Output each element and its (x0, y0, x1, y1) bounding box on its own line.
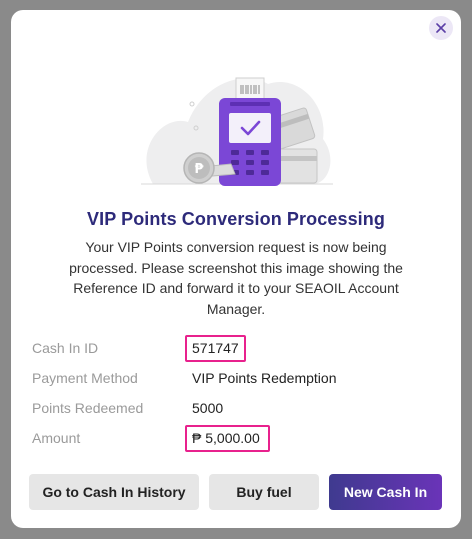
svg-text:₱: ₱ (194, 162, 204, 177)
points-redeemed-value: 5000 (192, 400, 224, 416)
cash-in-history-button[interactable]: Go to Cash In History (29, 474, 199, 510)
close-icon (436, 23, 446, 33)
amount-value: ₱ 5,000.00 (192, 430, 260, 446)
cash-in-id-label: Cash In ID (32, 340, 99, 356)
payment-terminal-illustration: ₱ (141, 77, 333, 186)
points-redeemed-label: Points Redeemed (32, 400, 144, 416)
new-cash-in-button[interactable]: New Cash In (329, 474, 442, 510)
modal-title: VIP Points Conversion Processing (87, 209, 385, 229)
cash-in-id-value: 571747 (192, 340, 239, 356)
conversion-modal: ₱ VIP Points Conversion Processing Your … (11, 10, 461, 528)
payment-method-label: Payment Method (32, 370, 138, 386)
modal-description: Your VIP Points conversion request is no… (69, 239, 403, 317)
buy-fuel-button[interactable]: Buy fuel (209, 474, 319, 510)
amount-label: Amount (32, 430, 81, 446)
close-button[interactable] (429, 16, 453, 40)
payment-method-value: VIP Points Redemption (192, 370, 337, 386)
